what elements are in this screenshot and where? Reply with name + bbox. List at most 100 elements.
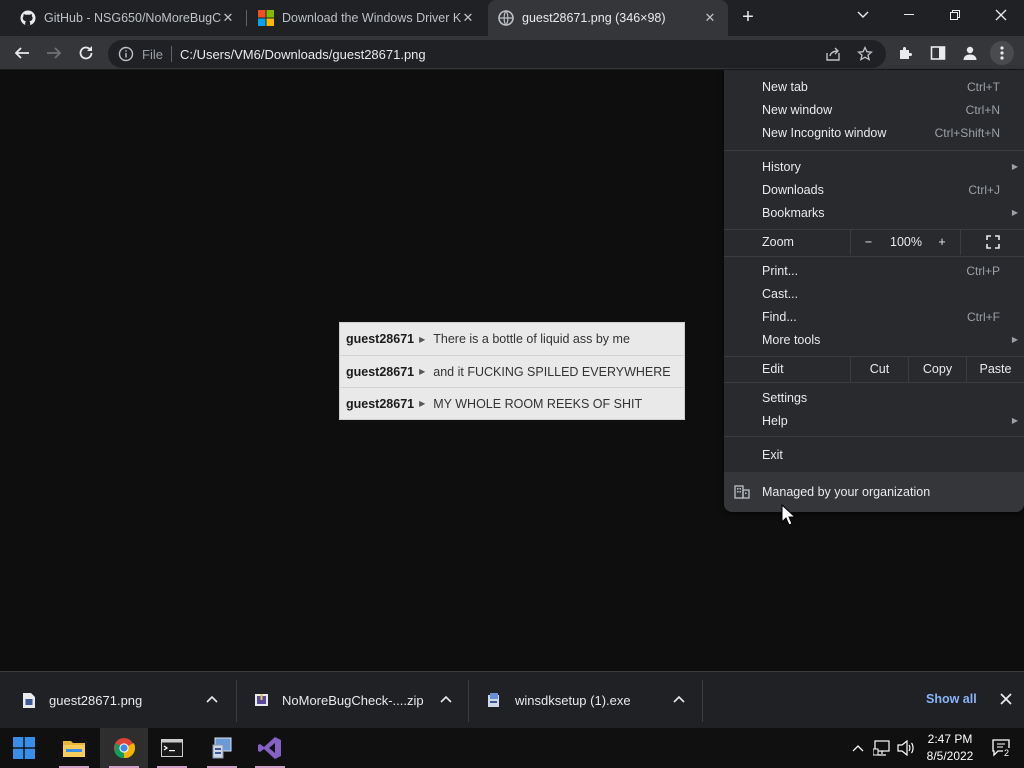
edit-label: Edit [762, 362, 784, 376]
menu-item-cast[interactable]: Cast... [724, 282, 1024, 305]
chevron-up-icon [852, 745, 864, 752]
taskbar-file-explorer[interactable] [50, 728, 98, 768]
menu-item-find[interactable]: Find... Ctrl+F [724, 305, 1024, 328]
menu-item-more-tools[interactable]: More tools ▶ [724, 328, 1024, 351]
download-item[interactable]: guest28671.png [0, 672, 236, 729]
tab-divider [246, 10, 247, 26]
menu-row-zoom: Zoom − 100% + [724, 229, 1024, 255]
chrome-menu-button[interactable] [990, 41, 1014, 65]
profile-button[interactable] [958, 41, 982, 65]
network-button[interactable] [872, 728, 892, 768]
image-file-icon [23, 693, 35, 708]
menu-item-new-incognito[interactable]: New Incognito window Ctrl+Shift+N [724, 121, 1024, 144]
show-all-link[interactable]: Show all [926, 692, 977, 706]
chevron-up-icon[interactable] [204, 692, 220, 708]
download-filename: winsdksetup (1).exe [515, 693, 631, 708]
show-hidden-icons-button[interactable] [850, 728, 866, 768]
copy-button[interactable]: Copy [908, 356, 966, 382]
paste-button[interactable]: Paste [966, 356, 1024, 382]
start-icon [13, 737, 35, 759]
restore-icon [950, 10, 960, 20]
menu-item-downloads[interactable]: Downloads Ctrl+J [724, 178, 1024, 201]
zoom-out-button[interactable]: − [850, 229, 886, 255]
menu-row-edit: Edit Cut Copy Paste [724, 356, 1024, 382]
menu-item-exit[interactable]: Exit [724, 443, 1024, 466]
cut-button[interactable]: Cut [850, 356, 908, 382]
chevron-up-icon[interactable] [671, 692, 687, 708]
chat-line: guest28671 ▶ MY WHOLE ROOM REEKS OF SHIT [340, 387, 684, 419]
person-icon [963, 46, 977, 60]
managed-by-organization[interactable]: Managed by your organization [724, 472, 1024, 512]
download-filename: NoMoreBugCheck-....zip [282, 693, 424, 708]
download-item[interactable]: winsdksetup (1).exe [468, 672, 702, 729]
minus-icon: − [864, 235, 873, 249]
menu-item-history[interactable]: History ▶ [724, 155, 1024, 178]
fullscreen-button[interactable] [960, 229, 1024, 255]
chrome-icon [114, 738, 135, 759]
chevron-up-icon[interactable] [438, 692, 454, 708]
url-scheme: File [142, 46, 163, 62]
bookmark-star-icon[interactable] [857, 46, 873, 62]
download-item[interactable]: NoMoreBugCheck-....zip [236, 672, 468, 729]
submenu-arrow-icon: ▶ [1011, 208, 1018, 217]
menu-item-new-tab[interactable]: New tab Ctrl+T [724, 75, 1024, 98]
side-panel-icon [930, 46, 946, 60]
tab-close-icon[interactable]: ✕ [220, 10, 236, 26]
start-button[interactable] [0, 728, 48, 768]
forward-button[interactable] [42, 41, 66, 65]
displayed-image: guest28671 ▶ There is a bottle of liquid… [339, 322, 685, 420]
tab-close-icon[interactable]: ✕ [460, 10, 476, 26]
zoom-level: 100% [890, 235, 922, 249]
taskbar-control-panel[interactable] [198, 728, 246, 768]
url-divider [170, 46, 172, 62]
tab-search-button[interactable] [840, 0, 886, 30]
menu-item-label: New window [762, 102, 833, 117]
close-window-button[interactable] [978, 0, 1024, 30]
restore-button[interactable] [932, 0, 978, 30]
side-panel-button[interactable] [926, 41, 950, 65]
new-tab-button[interactable]: + [736, 6, 760, 30]
menu-item-print[interactable]: Print... Ctrl+P [724, 259, 1024, 282]
tab-guest-png[interactable]: guest28671.png (346×98) ✕ [488, 0, 728, 36]
share-icon[interactable] [825, 46, 841, 62]
close-icon[interactable] [998, 691, 1014, 707]
taskbar-terminal[interactable] [148, 728, 196, 768]
menu-separator [724, 150, 1024, 151]
submenu-arrow-icon: ▶ [1011, 335, 1018, 344]
taskbar-clock[interactable]: 2:47 PM 8/5/2022 [918, 731, 982, 765]
volume-button[interactable] [896, 728, 916, 768]
menu-item-settings[interactable]: Settings [724, 386, 1024, 409]
chat-message: There is a bottle of liquid ass by me [433, 332, 630, 346]
windows-taskbar: 2:47 PM 8/5/2022 2 [0, 728, 1024, 768]
control-panel-icon [212, 737, 232, 759]
zoom-in-button[interactable]: + [926, 229, 958, 255]
arrow-left-icon [14, 47, 29, 59]
tab-github[interactable]: GitHub - NSG650/NoMoreBugCheck ✕ [12, 0, 246, 36]
minimize-button[interactable] [886, 0, 932, 30]
zoom-label: Zoom [762, 235, 794, 249]
managed-label: Managed by your organization [762, 485, 931, 499]
tab-title: GitHub - NSG650/NoMoreBugCheck [44, 11, 222, 25]
menu-item-label: Find... [762, 309, 797, 324]
tab-title: guest28671.png (346×98) [522, 11, 666, 25]
notification-center-button[interactable]: 2 [990, 728, 1014, 768]
chevron-down-icon [857, 11, 869, 18]
taskbar-chrome[interactable] [100, 728, 148, 768]
menu-item-bookmarks[interactable]: Bookmarks ▶ [724, 201, 1024, 224]
taskbar-visual-studio[interactable] [246, 728, 294, 768]
menu-item-label: Exit [762, 447, 783, 462]
speaker-icon [897, 740, 914, 756]
microsoft-icon [258, 10, 274, 26]
url-text[interactable]: C:/Users/VM6/Downloads/guest28671.png [180, 47, 426, 62]
browser-toolbar: File C:/Users/VM6/Downloads/guest28671.p… [0, 36, 1024, 70]
tab-close-icon[interactable]: ✕ [702, 10, 718, 26]
menu-item-new-window[interactable]: New window Ctrl+N [724, 98, 1024, 121]
tab-windows-driver-kit[interactable]: Download the Windows Driver Kit ✕ [250, 0, 486, 36]
back-button[interactable] [10, 41, 34, 65]
reload-button[interactable] [74, 41, 98, 65]
menu-item-help[interactable]: Help ▶ [724, 409, 1024, 432]
extensions-button[interactable] [894, 41, 918, 65]
info-icon[interactable] [118, 46, 134, 62]
address-bar[interactable]: File C:/Users/VM6/Downloads/guest28671.p… [108, 40, 886, 68]
chat-message: and it FUCKING SPILLED EVERYWHERE [433, 364, 671, 379]
